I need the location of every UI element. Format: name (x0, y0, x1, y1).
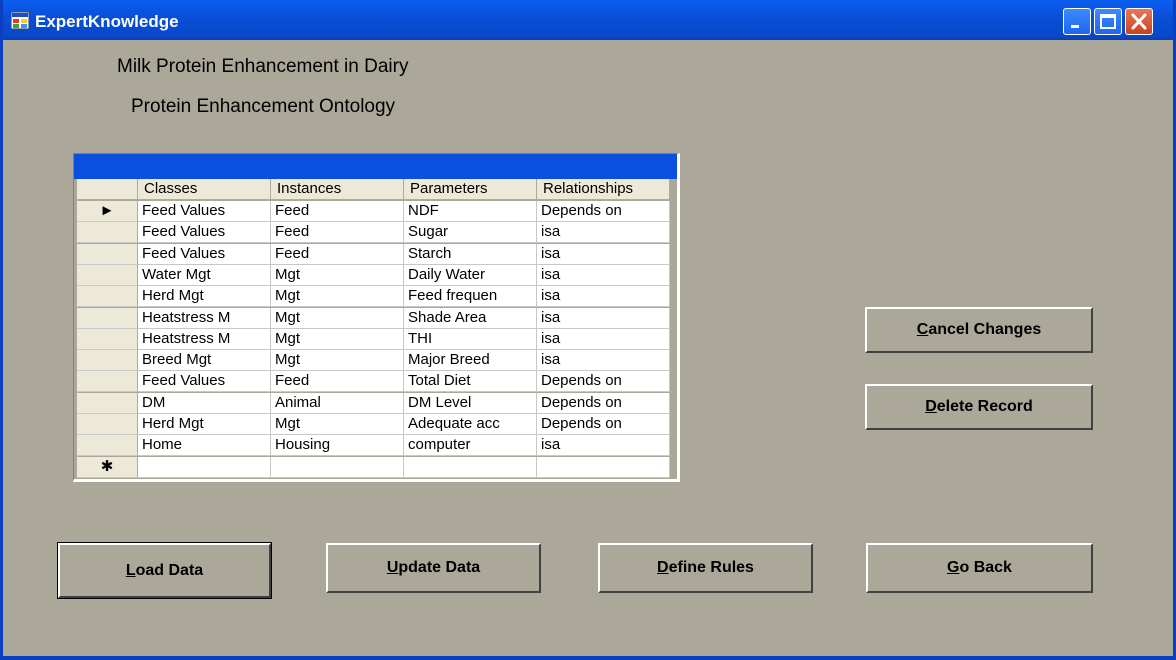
cell-instances[interactable]: Mgt (271, 286, 404, 308)
title-bar[interactable]: ExpertKnowledge (3, 0, 1173, 40)
cell-instances[interactable]: Feed (271, 243, 404, 265)
new-row-cell[interactable] (138, 456, 271, 478)
cell-parameters[interactable]: DM Level (404, 392, 537, 414)
update-data-button[interactable]: Update Data (326, 543, 541, 593)
new-row-cell[interactable] (537, 456, 670, 478)
current-row-indicator[interactable]: ► (77, 201, 138, 222)
cell-instances[interactable]: Feed (271, 222, 404, 244)
row-header[interactable] (77, 414, 138, 435)
cell-relationships[interactable]: isa (537, 328, 670, 350)
cancel-changes-button[interactable]: Cancel Changes (865, 307, 1093, 353)
minimize-button[interactable] (1063, 8, 1091, 35)
cell-instances[interactable]: Mgt (271, 414, 404, 435)
cell-classes[interactable]: Feed Values (138, 222, 271, 244)
app-icon (11, 12, 29, 29)
cell-relationships[interactable]: isa (537, 286, 670, 308)
define-rules-button[interactable]: Define Rules (598, 543, 813, 593)
row-header[interactable] (77, 350, 138, 372)
new-row-indicator[interactable]: ✱ (77, 456, 138, 478)
go-back-label: Go Back (947, 559, 1012, 576)
row-header[interactable] (77, 307, 138, 329)
cell-relationships[interactable]: isa (537, 264, 670, 286)
cell-parameters[interactable]: Shade Area (404, 307, 537, 329)
column-header-relationships[interactable]: Relationships (537, 179, 670, 200)
cell-relationships[interactable]: Depends on (537, 414, 670, 435)
cell-classes[interactable]: Feed Values (138, 243, 271, 265)
cell-instances[interactable]: Mgt (271, 307, 404, 329)
cell-classes[interactable]: Feed Values (138, 371, 271, 393)
cell-classes[interactable]: Water Mgt (138, 264, 271, 286)
grid-corner-cell (77, 179, 138, 200)
cell-parameters[interactable]: NDF (404, 201, 537, 222)
cancel-changes-label: Cancel Changes (916, 321, 1042, 338)
update-data-label: Update Data (386, 559, 481, 576)
grid-caption-bar (74, 154, 677, 179)
cell-classes[interactable]: Herd Mgt (138, 414, 271, 435)
close-button[interactable] (1125, 8, 1153, 35)
go-back-button[interactable]: Go Back (866, 543, 1093, 593)
row-header[interactable] (77, 392, 138, 414)
delete-record-label: Delete Record (925, 398, 1033, 415)
cell-relationships[interactable]: isa (537, 222, 670, 244)
delete-record-button[interactable]: Delete Record (865, 384, 1093, 430)
row-header[interactable] (77, 435, 138, 457)
cell-parameters[interactable]: computer (404, 435, 537, 457)
row-header[interactable] (77, 243, 138, 265)
cell-instances[interactable]: Mgt (271, 264, 404, 286)
close-icon (1131, 13, 1147, 30)
cell-classes[interactable]: Feed Values (138, 201, 271, 222)
cell-relationships[interactable]: Depends on (537, 371, 670, 393)
cell-instances[interactable]: Feed (271, 371, 404, 393)
form-title: Milk Protein Enhancement in Dairy (117, 56, 409, 77)
column-header-instances[interactable]: Instances (271, 179, 404, 200)
cell-parameters[interactable]: Sugar (404, 222, 537, 244)
minimize-icon (1071, 25, 1079, 28)
cell-relationships[interactable]: isa (537, 307, 670, 329)
row-header[interactable] (77, 264, 138, 286)
window-title: ExpertKnowledge (35, 12, 179, 31)
define-rules-label: Define Rules (657, 559, 754, 576)
cell-instances[interactable]: Mgt (271, 328, 404, 350)
maximize-button[interactable] (1094, 8, 1122, 35)
form-subtitle: Protein Enhancement Ontology (131, 96, 396, 117)
cell-parameters[interactable]: Adequate acc (404, 414, 537, 435)
cell-classes[interactable]: Herd Mgt (138, 286, 271, 308)
cell-parameters[interactable]: Starch (404, 243, 537, 265)
row-header[interactable] (77, 371, 138, 393)
cell-instances[interactable]: Feed (271, 201, 404, 222)
cell-classes[interactable]: Heatstress M (138, 328, 271, 350)
cell-relationships[interactable]: isa (537, 350, 670, 372)
cell-classes[interactable]: Heatstress M (138, 307, 271, 329)
load-data-button[interactable]: Load Data (57, 542, 272, 599)
cell-parameters[interactable]: Feed frequen (404, 286, 537, 308)
ontology-data-grid[interactable]: Classes Instances Parameters Relationshi… (73, 153, 680, 482)
cell-classes[interactable]: DM (138, 392, 271, 414)
cell-parameters[interactable]: THI (404, 328, 537, 350)
new-row-cell[interactable] (271, 456, 404, 478)
cell-relationships[interactable]: Depends on (537, 201, 670, 222)
cell-relationships[interactable]: Depends on (537, 392, 670, 414)
cell-instances[interactable]: Mgt (271, 350, 404, 372)
new-row-cell[interactable] (404, 456, 537, 478)
cell-instances[interactable]: Animal (271, 392, 404, 414)
cell-relationships[interactable]: isa (537, 435, 670, 457)
row-header[interactable] (77, 286, 138, 308)
cell-classes[interactable]: Home (138, 435, 271, 457)
maximize-icon (1100, 14, 1116, 29)
cell-parameters[interactable]: Total Diet (404, 371, 537, 393)
load-data-label: Load Data (125, 561, 204, 579)
column-header-classes[interactable]: Classes (138, 179, 271, 200)
row-header[interactable] (77, 328, 138, 350)
cell-instances[interactable]: Housing (271, 435, 404, 457)
column-header-parameters[interactable]: Parameters (404, 179, 537, 200)
window-bottom-border (0, 656, 1176, 660)
cell-relationships[interactable]: isa (537, 243, 670, 265)
expert-knowledge-window: ExpertKnowledge Milk Protein Enhancement… (0, 0, 1176, 660)
cell-parameters[interactable]: Daily Water (404, 264, 537, 286)
cell-parameters[interactable]: Major Breed (404, 350, 537, 372)
row-header[interactable] (77, 222, 138, 244)
cell-classes[interactable]: Breed Mgt (138, 350, 271, 372)
